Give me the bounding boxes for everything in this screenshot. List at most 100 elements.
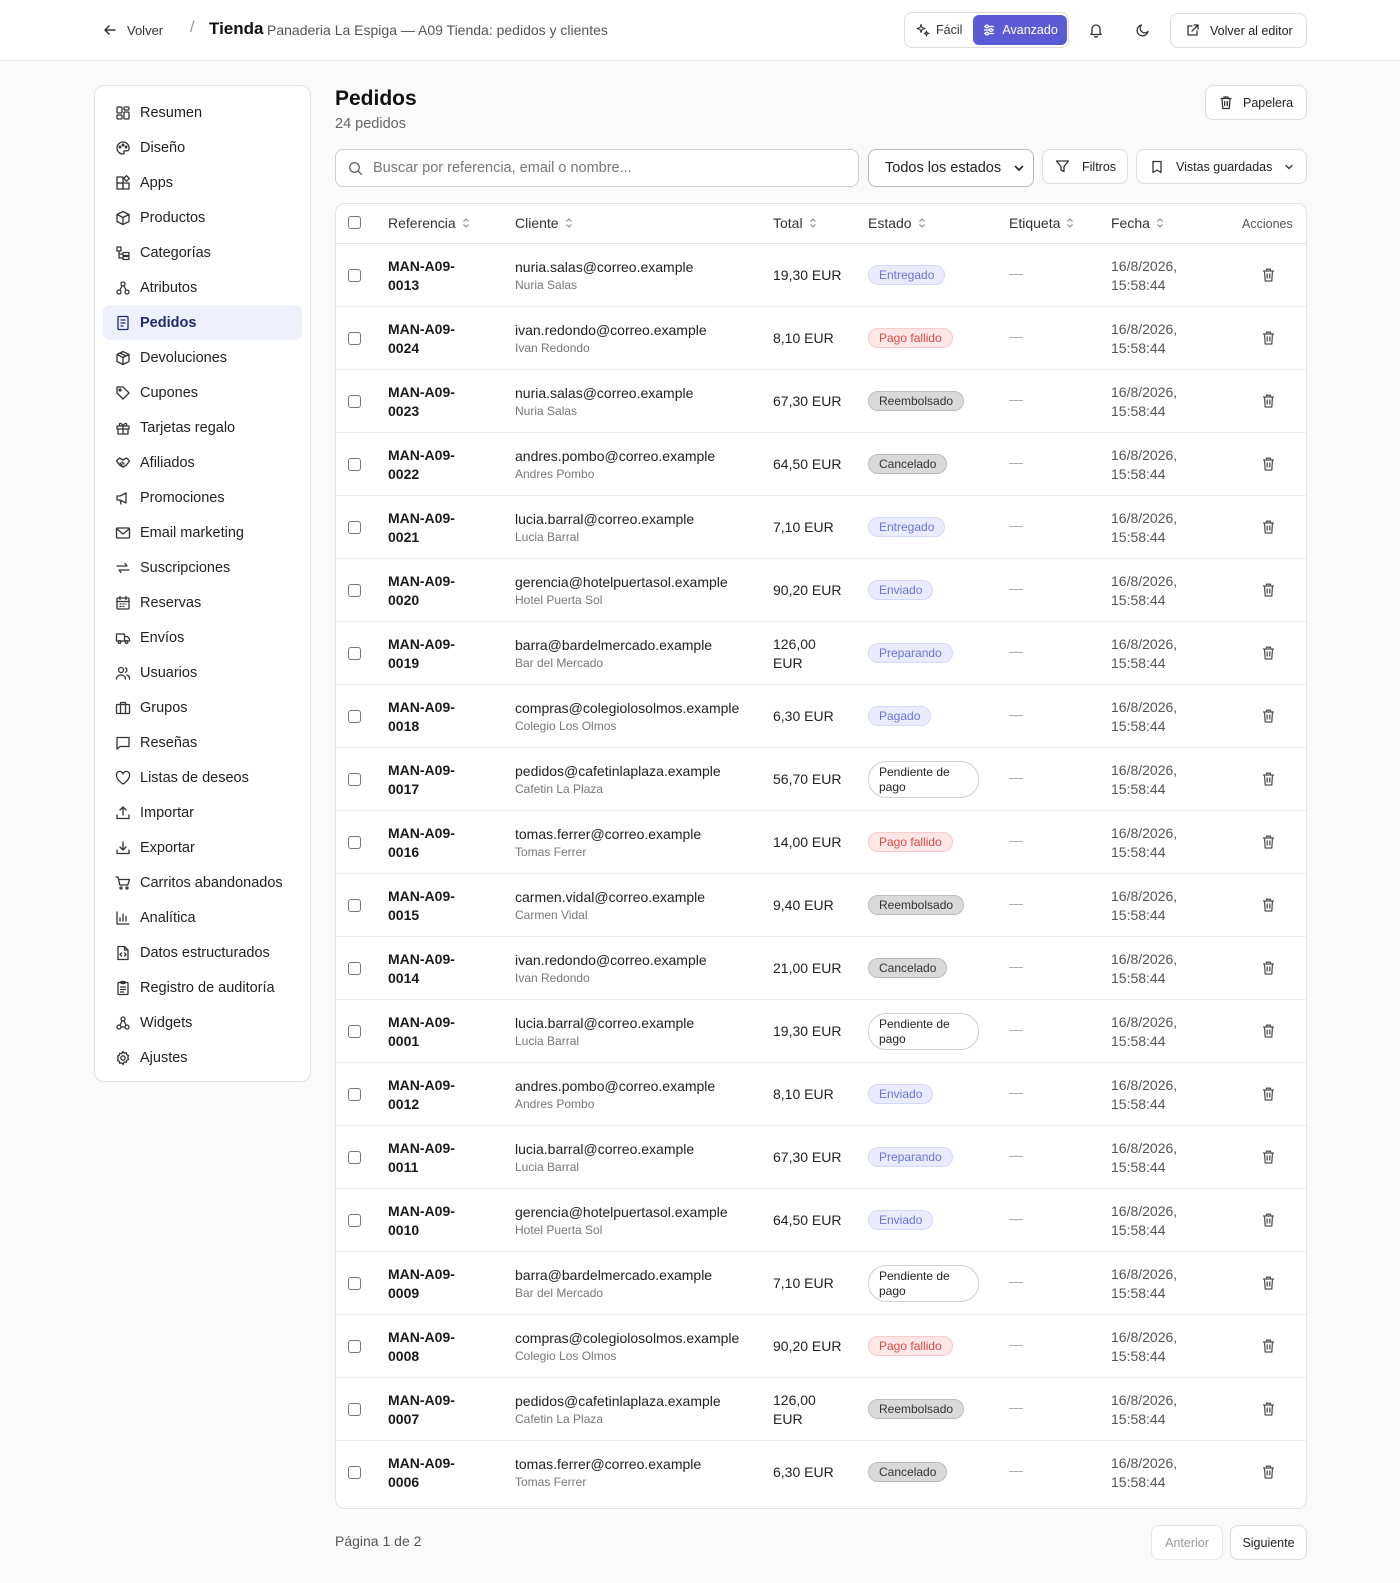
table-row[interactable]: MAN-A09-0021 lucia.barral@correo.example L… [336,496,1306,559]
table-row[interactable]: MAN-A09-0019 barra@bardelmercado.example B… [336,622,1306,685]
search-input[interactable] [373,160,843,176]
row-checkbox[interactable] [348,521,361,534]
order-reference[interactable]: MAN-A09-0008 [388,1328,478,1366]
table-row[interactable]: MAN-A09-0020 gerencia@hotelpuertasol.exam… [336,559,1306,622]
row-checkbox[interactable] [348,584,361,597]
delete-order-button[interactable] [1261,1338,1277,1356]
table-row[interactable]: MAN-A09-0009 barra@bardelmercado.example B… [336,1252,1306,1315]
saved-views-button[interactable]: Vistas guardadas [1136,149,1307,184]
sidebar-item-promociones[interactable]: Promociones [103,480,302,515]
column-header-client[interactable]: Cliente [515,215,573,231]
delete-order-button[interactable] [1261,456,1277,474]
table-row[interactable]: MAN-A09-0017 pedidos@cafetinlaplaza.examp… [336,748,1306,811]
row-checkbox[interactable] [348,710,361,723]
back-to-editor-button[interactable]: Volver al editor [1170,13,1307,48]
row-checkbox[interactable] [348,1025,361,1038]
order-reference[interactable]: MAN-A09-0010 [388,1202,478,1240]
order-reference[interactable]: MAN-A09-0022 [388,446,478,484]
sidebar-item-exportar[interactable]: Exportar [103,830,302,865]
order-reference[interactable]: MAN-A09-0001 [388,1013,478,1051]
sidebar-item-carritos-abandonados[interactable]: Carritos abandonados [103,865,302,900]
row-checkbox[interactable] [348,1151,361,1164]
order-reference[interactable]: MAN-A09-0017 [388,761,478,799]
row-checkbox[interactable] [348,836,361,849]
mode-advanced-button[interactable]: Avanzado [973,15,1067,45]
row-checkbox[interactable] [348,269,361,282]
delete-order-button[interactable] [1261,519,1277,537]
row-checkbox[interactable] [348,1214,361,1227]
table-row[interactable]: MAN-A09-0013 nuria.salas@correo.example Nu… [336,244,1306,307]
sidebar-item-atributos[interactable]: Atributos [103,270,302,305]
sidebar-item-reservas[interactable]: Reservas [103,585,302,620]
row-checkbox[interactable] [348,1403,361,1416]
column-header-ref[interactable]: Referencia [388,215,470,231]
order-reference[interactable]: MAN-A09-0019 [388,635,478,673]
theme-toggle-button[interactable] [1128,15,1158,45]
delete-order-button[interactable] [1261,1275,1277,1293]
order-reference[interactable]: MAN-A09-0016 [388,824,478,862]
delete-order-button[interactable] [1261,1023,1277,1041]
table-row[interactable]: MAN-A09-0008 compras@colegiolosolmos.exam… [336,1315,1306,1378]
order-reference[interactable]: MAN-A09-0021 [388,509,478,547]
delete-order-button[interactable] [1261,1212,1277,1230]
delete-order-button[interactable] [1261,393,1277,411]
delete-order-button[interactable] [1261,834,1277,852]
table-row[interactable]: MAN-A09-0014 ivan.redondo@correo.example I… [336,937,1306,1000]
delete-order-button[interactable] [1261,1401,1277,1419]
order-reference[interactable]: MAN-A09-0014 [388,950,478,988]
sidebar-item-usuarios[interactable]: Usuarios [103,655,302,690]
sidebar-item-cupones[interactable]: Cupones [103,375,302,410]
sidebar-item-diseño[interactable]: Diseño [103,130,302,165]
sidebar-item-afiliados[interactable]: Afiliados [103,445,302,480]
table-row[interactable]: MAN-A09-0012 andres.pombo@correo.example A… [336,1063,1306,1126]
table-row[interactable]: MAN-A09-0015 carmen.vidal@correo.example C… [336,874,1306,937]
row-checkbox[interactable] [348,332,361,345]
column-header-total[interactable]: Total [773,215,817,231]
sidebar-item-registro-de-auditoría[interactable]: Registro de auditoría [103,970,302,1005]
sidebar-item-datos-estructurados[interactable]: Datos estructurados [103,935,302,970]
table-row[interactable]: MAN-A09-0010 gerencia@hotelpuertasol.exam… [336,1189,1306,1252]
notifications-button[interactable] [1081,15,1111,45]
sidebar-item-grupos[interactable]: Grupos [103,690,302,725]
sidebar-item-apps[interactable]: Apps [103,165,302,200]
delete-order-button[interactable] [1261,267,1277,285]
order-reference[interactable]: MAN-A09-0018 [388,698,478,736]
table-row[interactable]: MAN-A09-0023 nuria.salas@correo.example Nu… [336,370,1306,433]
trash-button[interactable]: Papelera [1205,85,1307,120]
delete-order-button[interactable] [1261,1464,1277,1482]
status-filter-select[interactable]: Todos los estados [868,149,1034,187]
sidebar-item-reseñas[interactable]: Reseñas [103,725,302,760]
order-reference[interactable]: MAN-A09-0020 [388,572,478,610]
order-reference[interactable]: MAN-A09-0023 [388,383,478,421]
delete-order-button[interactable] [1261,1086,1277,1104]
table-row[interactable]: MAN-A09-0022 andres.pombo@correo.example A… [336,433,1306,496]
sidebar-item-ajustes[interactable]: Ajustes [103,1040,302,1075]
row-checkbox[interactable] [348,1088,361,1101]
table-row[interactable]: MAN-A09-0018 compras@colegiolosolmos.exam… [336,685,1306,748]
table-row[interactable]: MAN-A09-0007 pedidos@cafetinlaplaza.examp… [336,1378,1306,1441]
back-button[interactable]: Volver [103,18,163,42]
delete-order-button[interactable] [1261,960,1277,978]
sidebar-item-resumen[interactable]: Resumen [103,95,302,130]
row-checkbox[interactable] [348,899,361,912]
sidebar-item-tarjetas-regalo[interactable]: Tarjetas regalo [103,410,302,445]
sidebar-item-envíos[interactable]: Envíos [103,620,302,655]
table-row[interactable]: MAN-A09-0024 ivan.redondo@correo.example I… [336,307,1306,370]
sidebar-item-pedidos[interactable]: Pedidos [103,305,302,340]
row-checkbox[interactable] [348,773,361,786]
sidebar-item-productos[interactable]: Productos [103,200,302,235]
sidebar-item-devoluciones[interactable]: Devoluciones [103,340,302,375]
next-page-button[interactable]: Siguiente [1230,1525,1307,1560]
row-checkbox[interactable] [348,395,361,408]
row-checkbox[interactable] [348,1466,361,1479]
table-row[interactable]: MAN-A09-0006 tomas.ferrer@correo.example T… [336,1441,1306,1504]
filters-button[interactable]: Filtros [1042,149,1128,184]
sidebar-item-categorías[interactable]: Categorías [103,235,302,270]
delete-order-button[interactable] [1261,330,1277,348]
row-checkbox[interactable] [348,1277,361,1290]
table-row[interactable]: MAN-A09-0016 tomas.ferrer@correo.example T… [336,811,1306,874]
previous-page-button[interactable]: Anterior [1151,1525,1223,1560]
sidebar-item-analítica[interactable]: Analítica [103,900,302,935]
table-row[interactable]: MAN-A09-0011 lucia.barral@correo.example L… [336,1126,1306,1189]
sidebar-item-email-marketing[interactable]: Email marketing [103,515,302,550]
